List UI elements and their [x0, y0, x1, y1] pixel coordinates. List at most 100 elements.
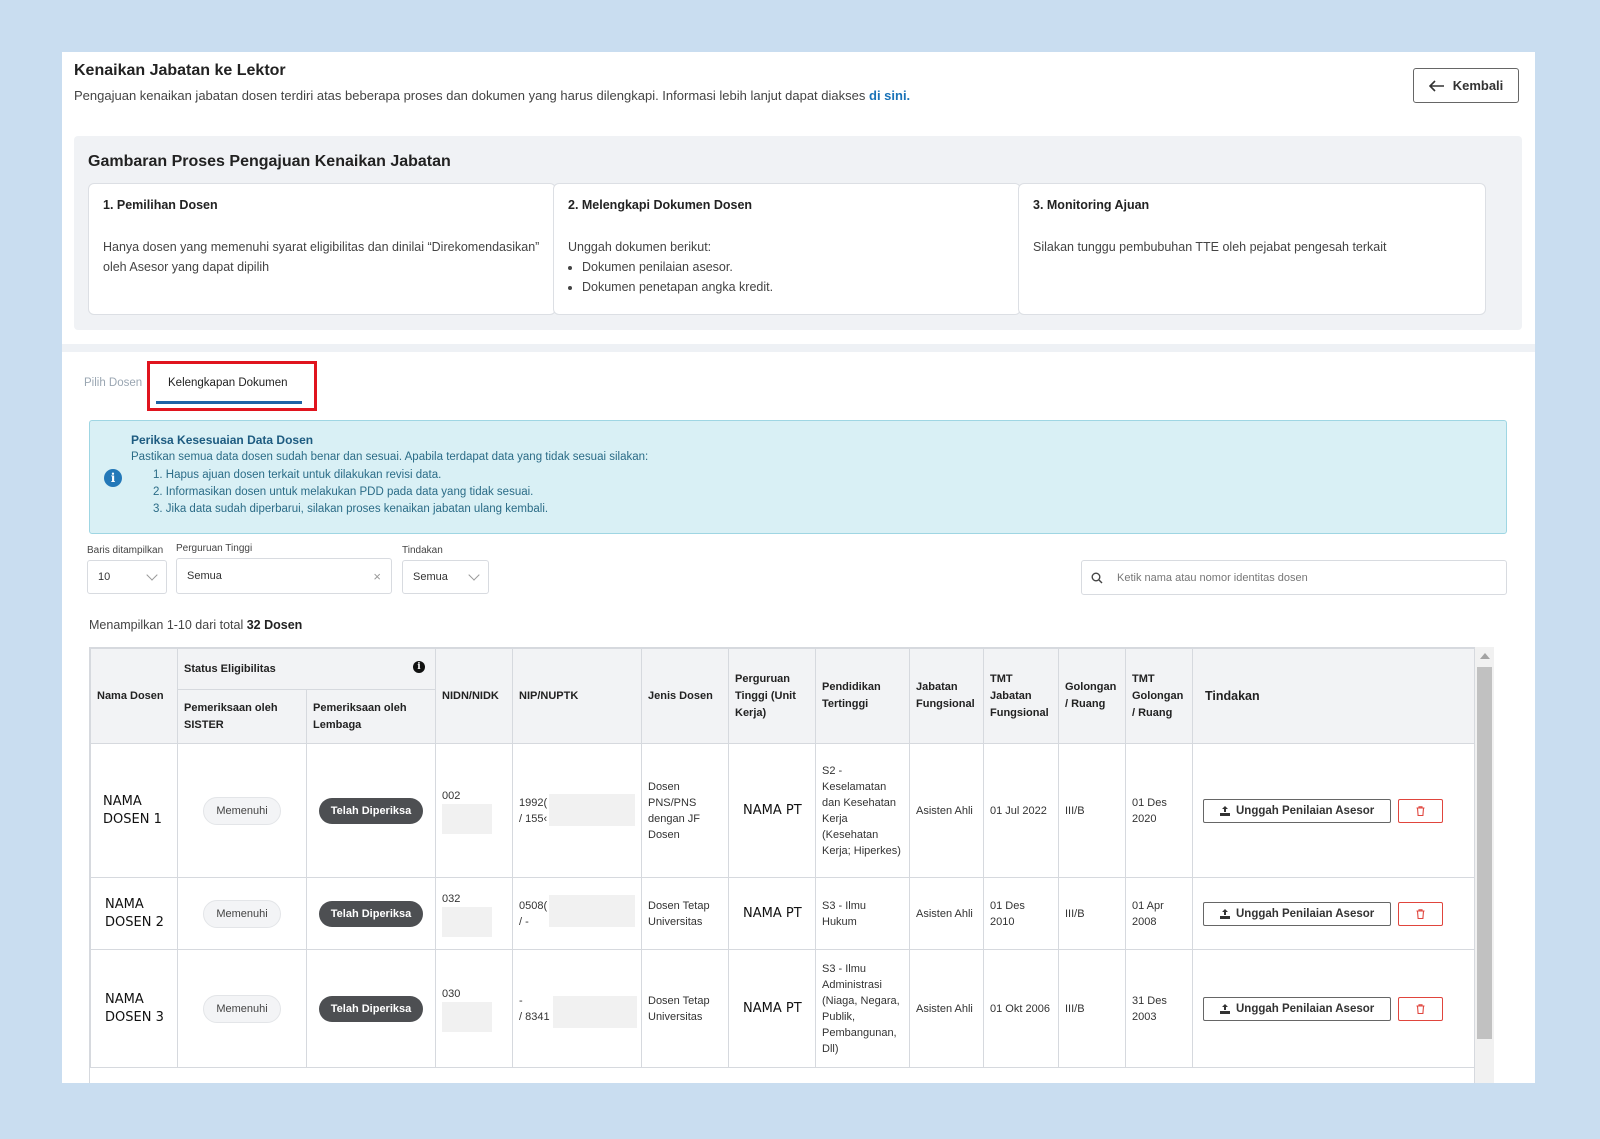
- redacted-block: [553, 996, 637, 1028]
- cell-tindakan: Unggah Penilaian Asesor: [1192, 743, 1474, 878]
- header-tmt-jabatan: TMT Jabatan Fungsional: [983, 648, 1059, 744]
- nidn-value: 032: [442, 892, 461, 905]
- tab-pilih-dosen[interactable]: Pilih Dosen: [84, 377, 142, 389]
- info-circle-icon: i: [104, 469, 122, 487]
- delete-button[interactable]: [1398, 901, 1444, 926]
- alert-item: 1. Hapus ajuan dosen terkait untuk dilak…: [153, 469, 442, 481]
- alert-item: 3. Jika data sudah diperbarui, silakan p…: [153, 503, 549, 515]
- rows-label: Baris ditampilkan: [87, 545, 164, 556]
- step-title: 2. Melengkapi Dokumen Dosen: [568, 198, 753, 212]
- info-alert: i Periksa Kesesuaian Data Dosen Pastikan…: [89, 420, 1507, 534]
- arrow-left-icon: [1428, 79, 1444, 92]
- process-step-3: 3. Monitoring Ajuan Silakan tunggu pembu…: [1018, 183, 1486, 315]
- result-total: 32 Dosen: [246, 618, 303, 632]
- cell-pendidikan: S3 - Ilmu Administrasi (Niaga, Negara, P…: [815, 949, 910, 1068]
- alert-list: 1. Hapus ajuan dosen terkait untuk dilak…: [153, 467, 548, 518]
- trash-icon: [1416, 908, 1425, 919]
- header-sister: Pemeriksaan oleh SISTER: [177, 689, 307, 744]
- alert-title: Periksa Kesesuaian Data Dosen: [131, 433, 314, 447]
- step-text: Silakan tunggu pembubuhan TTE oleh pejab…: [1033, 240, 1387, 254]
- cell-tmt-golongan: 01 Des 2020: [1125, 743, 1193, 878]
- cell-jenis: Dosen PNS/PNS dengan JF Dosen: [641, 743, 729, 878]
- delete-button[interactable]: [1398, 996, 1444, 1021]
- rows-select[interactable]: 10: [87, 560, 167, 594]
- redacted-block: [442, 803, 492, 834]
- clear-icon[interactable]: ×: [373, 569, 381, 584]
- pt-select-value: Semua: [187, 570, 222, 582]
- cell-jenis: Dosen Tetap Universitas: [641, 949, 729, 1068]
- upload-button[interactable]: Unggah Penilaian Asesor: [1203, 798, 1392, 823]
- scroll-up-icon[interactable]: [1480, 653, 1490, 659]
- cell-jabatan: Asisten Ahli: [909, 743, 984, 878]
- section-divider: [62, 344, 1535, 352]
- redacted-block: [442, 906, 492, 937]
- nidn-value: 002: [442, 789, 461, 802]
- process-title: Gambaran Proses Pengajuan Kenaikan Jabat…: [88, 153, 451, 170]
- pt-label: Perguruan Tinggi: [176, 543, 253, 554]
- header-pendidikan: Pendidikan Tertinggi: [815, 648, 910, 744]
- redacted-block: [549, 895, 635, 927]
- header-status: Status Eligibilitas i: [177, 648, 436, 690]
- redacted-block: [549, 794, 635, 826]
- upload-button-label: Unggah Penilaian Asesor: [1236, 804, 1375, 817]
- cell-nama: NAMA DOSEN 2: [90, 877, 178, 950]
- step-text: Hanya dosen yang memenuhi syarat eligibi…: [103, 240, 540, 274]
- cell-golongan: III/B: [1058, 743, 1126, 878]
- header-nama: Nama Dosen: [90, 648, 178, 744]
- rows-select-value: 10: [98, 571, 111, 583]
- upload-button[interactable]: Unggah Penilaian Asesor: [1203, 996, 1392, 1021]
- result-summary-prefix: Menampilkan 1-10 dari total: [89, 618, 244, 632]
- cell-nidn: 032: [435, 877, 513, 950]
- cell-pt: NAMA PT: [728, 743, 816, 878]
- dosen-table: Nama Dosen Status Eligibilitas i NIDN/NI…: [89, 647, 1475, 1083]
- header-nip: NIP/NUPTK: [512, 648, 642, 744]
- tindakan-select-value: Semua: [413, 571, 448, 583]
- cell-pendidikan: S2 - Keselamatan dan Kesehatan Kerja (Ke…: [815, 743, 910, 878]
- cell-nip: 0508( / -: [512, 877, 642, 950]
- upload-icon: [1220, 908, 1230, 919]
- process-step-2: 2. Melengkapi Dokumen Dosen Unggah dokum…: [553, 183, 1021, 315]
- alert-item: 2. Informasikan dosen untuk melakukan PD…: [153, 486, 534, 498]
- cell-tmt-golongan: 01 Apr 2008: [1125, 877, 1193, 950]
- info-icon[interactable]: i: [413, 661, 425, 673]
- info-link[interactable]: di sini.: [869, 88, 910, 103]
- header-tmt-golongan: TMT Golongan / Ruang: [1125, 648, 1193, 744]
- delete-button[interactable]: [1398, 798, 1444, 823]
- cell-nama: NAMA DOSEN 3: [90, 949, 178, 1068]
- step-bullet: Dokumen penetapan angka kredit.: [582, 277, 1006, 297]
- header-nidn: NIDN/NIDK: [435, 648, 513, 744]
- cell-golongan: III/B: [1058, 949, 1126, 1068]
- alert-description: Pastikan semua data dosen sudah benar da…: [131, 451, 649, 463]
- nidn-value: 030: [442, 987, 461, 1000]
- upload-button[interactable]: Unggah Penilaian Asesor: [1203, 901, 1392, 926]
- table-scrollbar[interactable]: [1475, 647, 1494, 1083]
- status-badge: Telah Diperiksa: [318, 797, 424, 824]
- cell-pt: NAMA PT: [728, 949, 816, 1068]
- main-card: Kenaikan Jabatan ke Lektor Pengajuan ken…: [62, 52, 1535, 1083]
- cell-golongan: III/B: [1058, 877, 1126, 950]
- table-row: NAMA DOSEN 3 Memenuhi Telah Diperiksa 03…: [90, 949, 1474, 1068]
- cell-nip: 1992( / 155‹: [512, 743, 642, 878]
- cell-lembaga: Telah Diperiksa: [306, 949, 436, 1068]
- back-button[interactable]: Kembali: [1413, 68, 1519, 103]
- search-icon: [1091, 572, 1103, 583]
- page-description: Pengajuan kenaikan jabatan dosen terdiri…: [74, 88, 910, 103]
- cell-pendidikan: S3 - Ilmu Hukum: [815, 877, 910, 950]
- cell-lembaga: Telah Diperiksa: [306, 877, 436, 950]
- header-golongan: Golongan / Ruang: [1058, 648, 1126, 744]
- pt-select[interactable]: Semua ×: [176, 558, 392, 594]
- tindakan-select[interactable]: Semua: [402, 560, 489, 594]
- process-overview: Gambaran Proses Pengajuan Kenaikan Jabat…: [74, 136, 1522, 330]
- step-bullets: Dokumen penilaian asesor. Dokumen peneta…: [568, 257, 1006, 297]
- search-input[interactable]: Ketik nama atau nomor identitas dosen: [1081, 560, 1507, 595]
- cell-nama: NAMA DOSEN 1: [90, 743, 178, 878]
- tindakan-label: Tindakan: [402, 545, 443, 556]
- status-badge: Memenuhi: [203, 796, 281, 825]
- highlight-annotation: [147, 361, 317, 411]
- cell-tmt-jabatan: 01 Okt 2006: [983, 949, 1059, 1068]
- header-pt: Perguruan Tinggi (Unit Kerja): [728, 648, 816, 744]
- trash-icon: [1416, 1003, 1425, 1014]
- status-badge: Memenuhi: [203, 899, 281, 928]
- header-jabatan: Jabatan Fungsional: [909, 648, 984, 744]
- scroll-thumb[interactable]: [1477, 667, 1492, 1039]
